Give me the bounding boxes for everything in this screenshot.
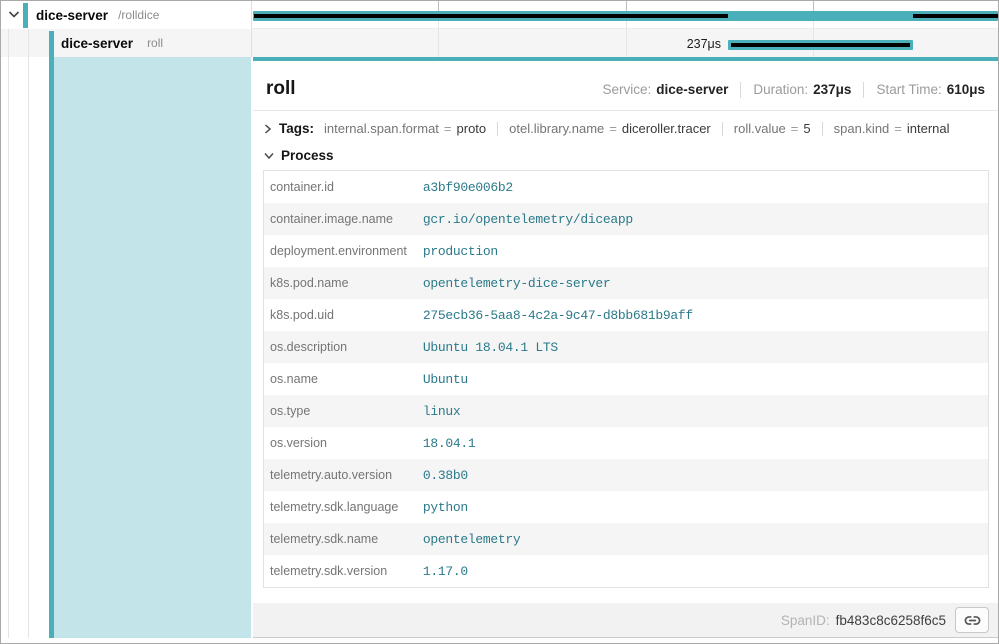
process-value: Ubuntu	[415, 363, 989, 395]
tags-section-label: Tags:	[279, 121, 314, 136]
span-bar-roll[interactable]	[728, 40, 913, 50]
process-table-row: os.name Ubuntu	[264, 363, 989, 395]
process-table-row: container.id a3bf90e006b2	[264, 171, 989, 204]
process-key: telemetry.auto.version	[264, 459, 415, 491]
process-key: deployment.environment	[264, 235, 415, 267]
process-table-row: k8s.pod.name opentelemetry-dice-server	[264, 267, 989, 299]
tag-equals: =	[444, 121, 452, 136]
tag-key: roll.value	[734, 121, 786, 136]
process-value: Ubuntu 18.04.1 LTS	[415, 331, 989, 363]
process-table-row: os.description Ubuntu 18.04.1 LTS	[264, 331, 989, 363]
span-row-roll[interactable]: dice-server roll	[1, 29, 311, 57]
tag-key: internal.span.format	[324, 121, 439, 136]
jaeger-span-detail-window: dice-server /rolldice dice-server roll 2…	[0, 0, 999, 644]
overview-label: Duration:	[753, 82, 808, 97]
process-key: os.description	[264, 331, 415, 363]
tag-equals: =	[894, 121, 902, 136]
process-table-row: deployment.environment production	[264, 235, 989, 267]
span-service-name: dice-server	[61, 36, 133, 51]
tag-equals: =	[791, 121, 799, 136]
tag-key: otel.library.name	[509, 121, 604, 136]
process-key: k8s.pod.name	[264, 267, 415, 299]
process-table-row: k8s.pod.uid 275ecb36-5aa8-4c2a-9c47-d8bb…	[264, 299, 989, 331]
process-table-row: os.type linux	[264, 395, 989, 427]
tag-value: 5	[803, 121, 810, 136]
span-overview: Service: dice-server Duration: 237μs Start…	[603, 82, 985, 98]
tags-toggle[interactable]: Tags: internal.span.format = proto otel.li…	[264, 121, 985, 136]
process-value: 0.38b0	[415, 459, 989, 491]
tag-item: otel.library.name = diceroller.tracer	[486, 121, 711, 136]
tree-indent-guide	[8, 29, 9, 638]
process-value: 18.04.1	[415, 427, 989, 459]
tag-value: diceroller.tracer	[622, 121, 711, 136]
span-row-rolldice[interactable]: dice-server /rolldice	[1, 1, 286, 29]
tag-item: roll.value = 5	[711, 121, 811, 136]
critical-path-segment	[254, 14, 728, 18]
tag-equals: =	[609, 121, 617, 136]
process-value: 1.17.0	[415, 555, 989, 588]
overview-label: Service:	[603, 82, 652, 97]
process-key: telemetry.sdk.version	[264, 555, 415, 588]
process-table-row: telemetry.sdk.name opentelemetry	[264, 523, 989, 555]
overview-value: dice-server	[656, 82, 728, 97]
process-value: linux	[415, 395, 989, 427]
overview-value: 237μs	[813, 82, 851, 97]
tag-value: internal	[907, 121, 950, 136]
process-table-row: telemetry.auto.version 0.38b0	[264, 459, 989, 491]
process-table-row: telemetry.sdk.language python	[264, 491, 989, 523]
span-detail-footer: SpanID: fb483c8c6258f6c5	[253, 603, 998, 637]
process-toggle[interactable]: Process	[264, 148, 985, 163]
tag-value: proto	[457, 121, 487, 136]
tags-summary: internal.span.format = proto otel.library.…	[324, 121, 950, 136]
span-operation-name: /rolldice	[118, 8, 159, 22]
span-detail-title: roll	[266, 77, 296, 101]
process-table: container.id a3bf90e006b2 container.imag…	[263, 170, 989, 588]
span-detail-panel: roll Service: dice-server Duration: 237μs …	[253, 57, 998, 638]
process-value: opentelemetry-dice-server	[415, 267, 989, 299]
process-table-row: container.image.name gcr.io/opentelemetr…	[264, 203, 989, 235]
critical-path-segment	[731, 43, 910, 47]
process-key: container.image.name	[264, 203, 415, 235]
process-key: k8s.pod.uid	[264, 299, 415, 331]
process-key: os.version	[264, 427, 415, 459]
overview-item: Start Time: 610μs	[851, 82, 985, 98]
span-detail-header: roll Service: dice-server Duration: 237μs …	[253, 61, 998, 101]
process-key: telemetry.sdk.language	[264, 491, 415, 523]
deep-link-button[interactable]	[955, 607, 989, 633]
span-operation-name: roll	[147, 36, 163, 50]
link-icon	[964, 612, 981, 629]
row-separator	[251, 28, 998, 29]
critical-path-segment	[913, 14, 998, 18]
process-key: os.name	[264, 363, 415, 395]
process-key: os.type	[264, 395, 415, 427]
process-table-row: telemetry.sdk.version 1.17.0	[264, 555, 989, 588]
spanid-value: fb483c8c6258f6c5	[836, 613, 946, 628]
tag-item: span.kind = internal	[811, 121, 950, 136]
process-value: python	[415, 491, 989, 523]
chevron-down-icon	[264, 152, 274, 160]
process-table-row: os.version 18.04.1	[264, 427, 989, 459]
span-service-name: dice-server	[36, 8, 108, 23]
process-value: 275ecb36-5aa8-4c2a-9c47-d8bb681b9aff	[415, 299, 989, 331]
process-value: production	[415, 235, 989, 267]
process-key: container.id	[264, 171, 415, 204]
overview-item: Service: dice-server	[603, 82, 729, 97]
span-duration-label: 237μs	[631, 37, 721, 51]
header-divider	[253, 110, 998, 111]
process-key: telemetry.sdk.name	[264, 523, 415, 555]
process-section-label: Process	[281, 148, 334, 163]
process-value: a3bf90e006b2	[415, 171, 989, 204]
tree-indent-guide	[28, 29, 29, 638]
process-value: gcr.io/opentelemetry/diceapp	[415, 203, 989, 235]
overview-value: 610μs	[947, 82, 985, 97]
overview-label: Start Time:	[876, 82, 941, 97]
tag-key: span.kind	[834, 121, 890, 136]
chevron-right-icon	[264, 124, 272, 134]
overview-item: Duration: 237μs	[728, 82, 851, 98]
tag-item: internal.span.format = proto	[324, 121, 486, 136]
spanid-label: SpanID:	[781, 613, 830, 628]
detail-row-tint	[54, 57, 251, 638]
process-value: opentelemetry	[415, 523, 989, 555]
span-bar-rolldice[interactable]	[253, 11, 998, 21]
